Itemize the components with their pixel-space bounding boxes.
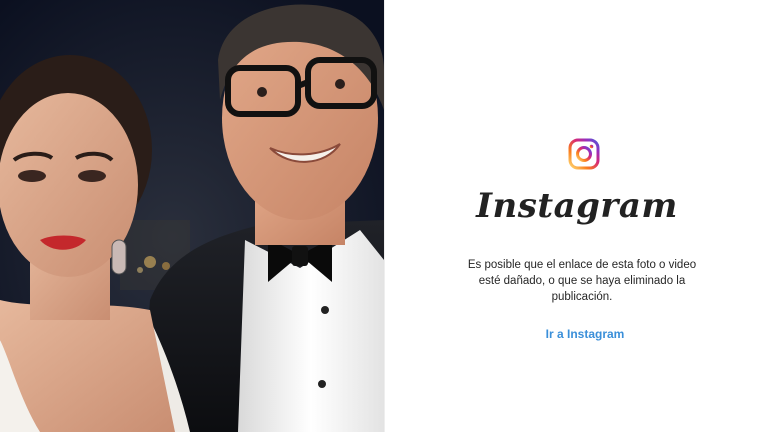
- broken-link-message: Es posible que el enlace de esta foto o …: [467, 259, 697, 303]
- instagram-embed-card: Instagram Es posible que el enlace de es…: [384, 0, 768, 432]
- news-photo-image: [0, 0, 384, 432]
- go-to-instagram-link[interactable]: Ir a Instagram: [385, 327, 768, 341]
- news-photo: [0, 0, 384, 432]
- instagram-icon: [568, 138, 600, 170]
- instagram-wordmark: Instagram: [476, 186, 678, 226]
